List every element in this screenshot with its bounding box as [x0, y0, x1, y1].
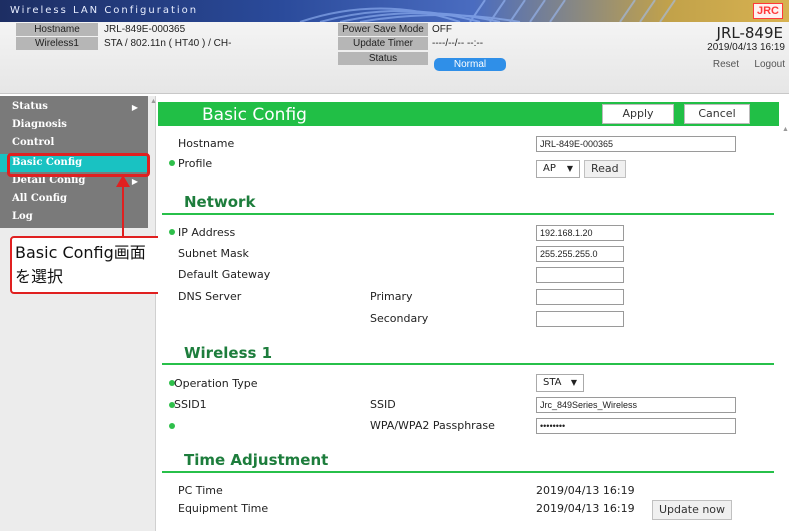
update-timer-value: ----/--/-- --:--: [432, 38, 484, 49]
default-gateway-label: Default Gateway: [178, 268, 271, 281]
wireless-value: STA / 802.11n ( HT40 ) / CH-: [104, 38, 232, 49]
selection-highlight: [7, 153, 150, 177]
scroll-up-icon[interactable]: ▲: [782, 126, 789, 133]
sidebar-item-all-config[interactable]: All Config: [0, 190, 148, 208]
dns-secondary-field[interactable]: [536, 311, 624, 327]
hostname-label: Hostname: [178, 137, 235, 150]
model-name: JRL-849E: [716, 24, 783, 42]
sidebar-item-label: Control: [12, 137, 55, 148]
dropdown-arrow-icon: ▼: [570, 378, 577, 387]
required-dot: [169, 160, 175, 166]
callout-text-line1: Basic Config画面: [15, 243, 146, 262]
sidebar-item-label: Status: [12, 101, 48, 112]
ssid-label: SSID: [370, 398, 396, 411]
apply-button[interactable]: Apply: [602, 104, 674, 124]
callout-text-line2: を選択: [15, 267, 64, 286]
pc-time-value: 2019/04/13 16:19: [536, 484, 635, 497]
sidebar-item-label: Diagnosis: [12, 119, 67, 130]
ssid-field[interactable]: Jrc_849Series_Wireless: [536, 397, 736, 413]
update-now-button[interactable]: Update now: [652, 500, 733, 520]
arrow-up-icon: [116, 175, 130, 187]
sidebar-item-log[interactable]: Log: [0, 208, 148, 226]
datetime-display: 2019/04/13 16:19: [707, 42, 785, 53]
chevron-right-icon: ▶: [131, 102, 138, 112]
sidebar-item-diagnosis[interactable]: Diagnosis: [0, 116, 148, 134]
page-header: Basic Config Apply Cancel: [158, 102, 779, 126]
dns-secondary-label: Secondary: [370, 312, 429, 325]
dns-primary-label: Primary: [370, 290, 413, 303]
update-timer-key: Update Timer: [338, 37, 428, 50]
sidebar-item-status[interactable]: Status ▶: [0, 98, 148, 116]
section-divider: [162, 363, 774, 365]
page-title: Basic Config: [202, 105, 307, 125]
subnet-mask-label: Subnet Mask: [178, 247, 249, 260]
default-gateway-field[interactable]: [536, 267, 624, 283]
required-dot: [169, 229, 175, 235]
main-panel: Basic Config Apply Cancel ▲ Hostname JRL…: [158, 96, 789, 531]
section-time-title: Time Adjustment: [184, 451, 329, 469]
read-button[interactable]: Read: [584, 160, 626, 178]
reset-link[interactable]: Reset: [713, 59, 739, 70]
section-divider: [162, 471, 774, 473]
power-save-key: Power Save Mode: [338, 23, 428, 36]
scroll-up-icon[interactable]: ▲: [150, 98, 157, 105]
status-badge: Normal: [434, 58, 506, 71]
section-network-title: Network: [184, 193, 256, 211]
passphrase-field[interactable]: ••••••••: [536, 418, 736, 434]
operation-type-select[interactable]: STA ▼: [536, 374, 584, 392]
top-banner: Wireless LAN Configuration JRC: [0, 0, 789, 22]
logout-link[interactable]: Logout: [754, 59, 785, 70]
hostname-value: JRL-849E-000365: [104, 24, 186, 35]
hostname-field[interactable]: JRL-849E-000365: [536, 136, 736, 152]
sidebar-item-control[interactable]: Control: [0, 134, 148, 152]
sidebar-item-label: All Config: [12, 193, 67, 204]
profile-label: Profile: [178, 157, 213, 170]
banner-title: Wireless LAN Configuration: [10, 5, 199, 16]
profile-select-value: AP: [543, 163, 556, 174]
status-key: Status: [338, 52, 428, 65]
operation-type-value: STA: [543, 377, 562, 388]
wireless-key: Wireless1: [16, 37, 98, 50]
hostname-key: Hostname: [16, 23, 98, 36]
ip-address-field[interactable]: 192.168.1.20: [536, 225, 624, 241]
ip-address-label: IP Address: [178, 226, 236, 239]
profile-select[interactable]: AP ▼: [536, 160, 580, 178]
power-save-value: OFF: [432, 24, 452, 35]
pc-time-label: PC Time: [178, 484, 223, 497]
subnet-mask-field[interactable]: 255.255.255.0: [536, 246, 624, 262]
dns-primary-field[interactable]: [536, 289, 624, 305]
equipment-time-label: Equipment Time: [178, 502, 269, 515]
sidebar-item-label: Log: [12, 211, 33, 222]
info-bar: Hostname JRL-849E-000365 Wireless1 STA /…: [0, 22, 789, 94]
operation-type-label: Operation Type: [174, 377, 258, 390]
jrc-logo: JRC: [753, 3, 783, 19]
dns-server-label: DNS Server: [178, 290, 242, 303]
dropdown-arrow-icon: ▼: [566, 164, 573, 173]
equipment-time-value: 2019/04/13 16:19: [536, 502, 635, 515]
cancel-button[interactable]: Cancel: [684, 104, 750, 124]
callout-annotation: Basic Config画面 を選択: [10, 236, 164, 294]
callout-line: [122, 180, 124, 236]
ssid1-label: SSID1: [174, 398, 207, 411]
section-wireless-title: Wireless 1: [184, 344, 273, 362]
required-dot: [169, 423, 175, 429]
passphrase-label: WPA/WPA2 Passphrase: [370, 419, 495, 432]
section-divider: [162, 213, 774, 215]
